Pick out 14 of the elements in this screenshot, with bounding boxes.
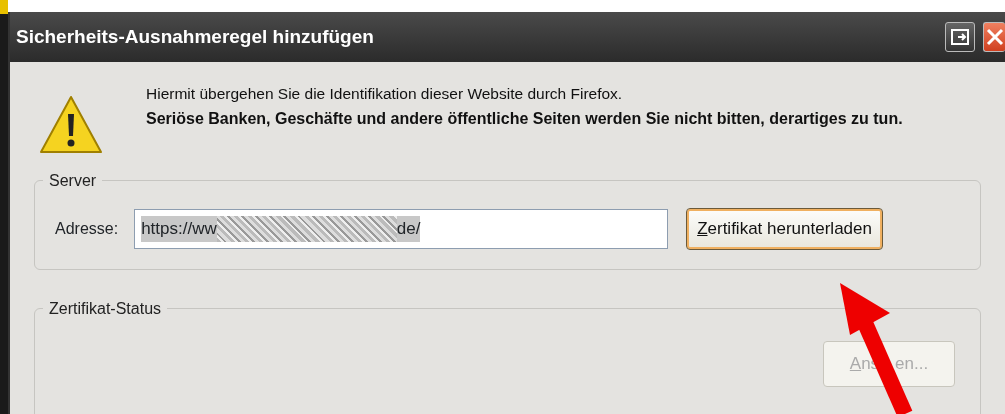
address-text: https://ww <box>141 216 217 242</box>
window-edge <box>0 0 8 14</box>
close-button[interactable] <box>983 22 1005 52</box>
warning-text: Seriöse Banken, Geschäfte und andere öffentliche Seiten werden Sie nicht bitten, derartiges zu tun. <box>146 109 903 130</box>
info-text: Hiermit übergehen Sie die Identifikation dieser Website durch Firefox. <box>146 84 624 104</box>
restore-button[interactable] <box>945 22 975 52</box>
warning-icon <box>38 94 104 156</box>
close-icon <box>985 28 1004 46</box>
address-text: de/ <box>396 216 421 242</box>
window-title: Sicherheits-Ausnahmeregel hinzufügen <box>16 24 375 49</box>
address-label: Adresse: <box>55 219 119 239</box>
address-field[interactable]: https://ww de/ <box>134 209 669 249</box>
download-certificate-button[interactable]: Zertifikat herunterladen <box>686 208 883 250</box>
window-icon <box>951 29 969 45</box>
